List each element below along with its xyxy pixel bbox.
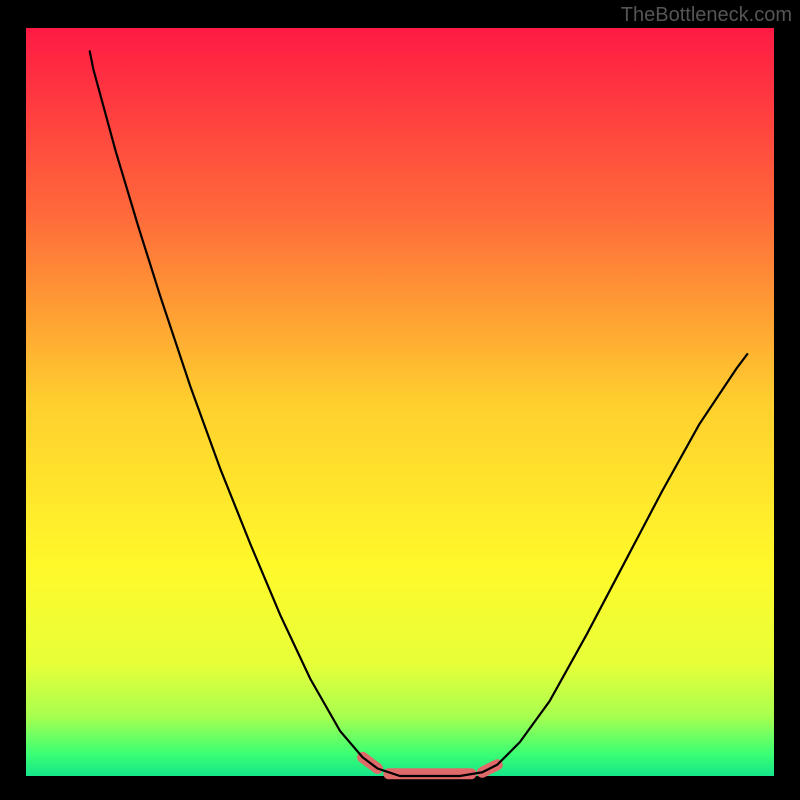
bottleneck-chart xyxy=(0,0,800,800)
chart-container: TheBottleneck.com xyxy=(0,0,800,800)
plot-area xyxy=(26,28,774,776)
attribution-label: TheBottleneck.com xyxy=(621,4,792,27)
